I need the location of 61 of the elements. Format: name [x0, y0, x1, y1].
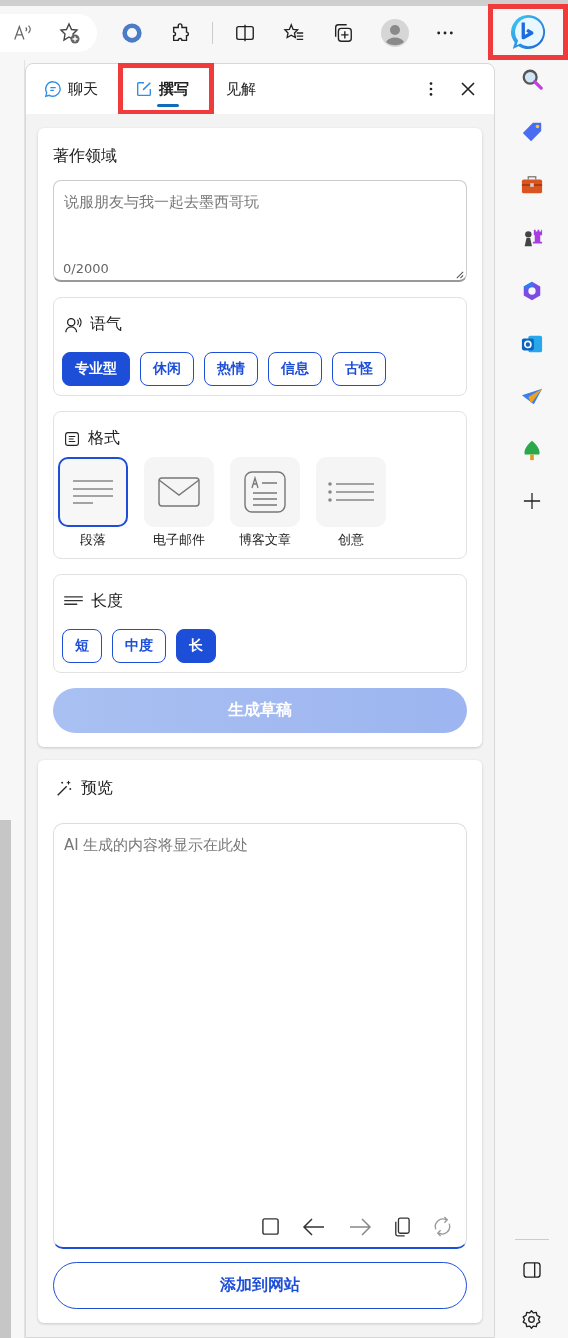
toolbox-icon[interactable] [520, 174, 543, 196]
add-icon[interactable] [522, 492, 541, 510]
address-bar[interactable] [0, 14, 97, 52]
format-label: 电子邮件 [153, 531, 205, 549]
tab[interactable]: 撰写 [127, 71, 197, 107]
article-icon [244, 471, 286, 513]
section-title: 格式 [88, 428, 120, 449]
preview-field[interactable]: AI 生成的内容将显示在此处 [53, 823, 467, 1249]
search-icon[interactable] [520, 68, 543, 90]
tone-chip[interactable]: 热情 [204, 352, 258, 386]
close-icon[interactable] [460, 81, 476, 97]
length-chip[interactable]: 长 [176, 629, 216, 663]
format-option[interactable] [58, 457, 128, 527]
tone-chip[interactable]: 信息 [268, 352, 322, 386]
magic-wand-icon [55, 779, 73, 798]
tone-chip[interactable]: 专业型 [62, 352, 130, 386]
edit-icon [135, 80, 153, 98]
settings-icon[interactable] [521, 1309, 542, 1330]
sidebar-toggle-icon[interactable] [522, 1262, 541, 1278]
section-title: 语气 [90, 314, 122, 335]
format-option[interactable] [144, 457, 214, 527]
add-to-site-button[interactable]: 添加到网站 [53, 1262, 467, 1309]
document-icon [64, 430, 80, 447]
tag-icon[interactable] [520, 121, 543, 143]
format-label: 创意 [338, 531, 364, 549]
refresh-icon[interactable] [432, 1216, 453, 1237]
format-label: 博客文章 [239, 531, 291, 549]
paragraph-icon [73, 480, 113, 504]
profile-avatar-icon[interactable] [381, 19, 409, 47]
section-title: 预览 [81, 778, 113, 799]
more-options-icon[interactable] [428, 80, 434, 98]
collections-icon[interactable] [332, 22, 354, 44]
tone-chip[interactable]: 古怪 [332, 352, 386, 386]
scrollbar-thumb[interactable] [0, 820, 11, 1338]
stop-icon[interactable] [261, 1217, 280, 1236]
forward-arrow-icon[interactable] [348, 1216, 372, 1237]
lines-icon [64, 595, 83, 608]
copy-icon[interactable] [394, 1216, 410, 1237]
character-counter: 0/2000 [63, 261, 109, 276]
chat-bubble-icon [44, 80, 62, 98]
extension-icon[interactable] [121, 22, 143, 44]
chat-logo-icon[interactable] [509, 13, 547, 51]
split-screen-icon[interactable] [234, 22, 256, 44]
tab[interactable]: 见解 [218, 71, 264, 107]
format-option[interactable] [230, 457, 300, 527]
more-icon[interactable] [436, 30, 454, 36]
puzzle-icon[interactable] [170, 22, 192, 44]
format-label: 段落 [80, 531, 106, 549]
voice-icon [64, 315, 82, 334]
envelope-icon [158, 477, 200, 507]
length-chip[interactable]: 短 [62, 629, 102, 663]
mail-app-icon[interactable] [520, 333, 543, 355]
back-arrow-icon[interactable] [302, 1216, 326, 1237]
section-title: 长度 [91, 591, 123, 612]
add-favorite-icon[interactable] [58, 21, 82, 45]
length-chip[interactable]: 中度 [112, 629, 166, 663]
section-title: 著作领域 [53, 146, 118, 167]
tab[interactable]: 聊天 [36, 71, 106, 107]
bulleted-list-icon [328, 482, 374, 502]
tone-chip[interactable]: 休闲 [140, 352, 194, 386]
resize-grip-icon[interactable] [455, 270, 464, 279]
